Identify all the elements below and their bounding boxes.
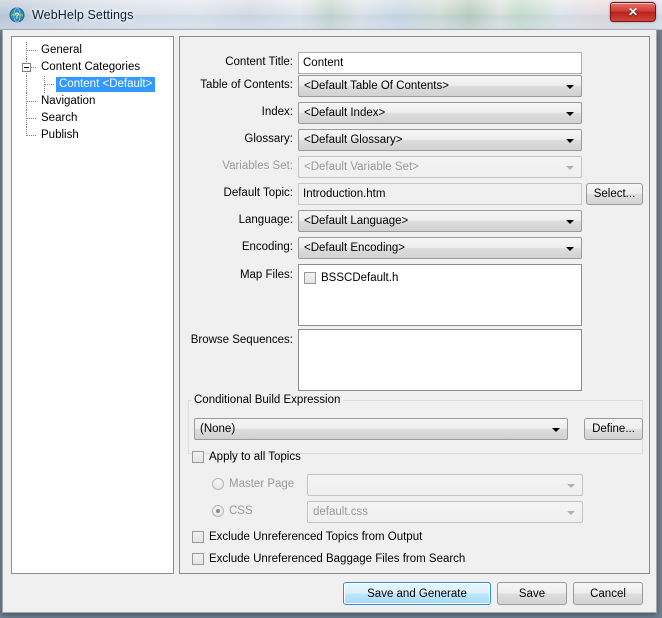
- conditional-build-title: Conditional Build Expression: [191, 394, 344, 406]
- exclude-topics-checkbox-row[interactable]: Exclude Unreferenced Topics from Output: [192, 531, 422, 543]
- encoding-value: <Default Encoding>: [304, 242, 406, 254]
- exclude-baggage-label: Exclude Unreferenced Baggage Files from …: [209, 553, 466, 565]
- css-radio-row[interactable]: CSS: [212, 505, 253, 517]
- tree-item-label: Search: [41, 112, 78, 124]
- tree-item-publish[interactable]: Publish: [12, 127, 173, 144]
- default-topic-label: Default Topic:: [223, 187, 293, 199]
- master-page-radio[interactable]: [212, 478, 224, 490]
- chevron-down-icon: [566, 112, 574, 116]
- apply-to-all-topics-checkbox[interactable]: [192, 451, 204, 463]
- default-topic-input[interactable]: Introduction.htm: [298, 183, 582, 205]
- tree-item-general[interactable]: General: [12, 42, 173, 59]
- chevron-down-icon: [566, 247, 574, 251]
- content-title-input[interactable]: Content: [298, 52, 582, 74]
- save-button[interactable]: Save: [497, 582, 567, 605]
- tree-item-content-default[interactable]: Content <Default>: [12, 76, 173, 93]
- cancel-button[interactable]: Cancel: [573, 582, 643, 605]
- map-file-checkbox[interactable]: [304, 271, 316, 284]
- apply-to-all-topics-label: Apply to all Topics: [209, 451, 301, 463]
- apply-to-all-topics-checkbox-row[interactable]: Apply to all Topics: [192, 451, 301, 463]
- css-dropdown[interactable]: default.css: [307, 501, 583, 523]
- tree-item-label: General: [41, 44, 82, 56]
- save-and-generate-button[interactable]: Save and Generate: [343, 582, 491, 605]
- exclude-topics-checkbox[interactable]: [192, 531, 204, 543]
- language-value: <Default Language>: [304, 215, 409, 227]
- chevron-down-icon: [567, 511, 575, 515]
- index-label: Index:: [261, 106, 293, 118]
- variables-set-label: Variables Set:: [222, 160, 293, 172]
- language-dropdown[interactable]: <Default Language>: [298, 210, 582, 232]
- tree-item-search[interactable]: Search: [12, 110, 173, 127]
- variables-set-dropdown[interactable]: <Default Variable Set>: [298, 156, 582, 178]
- dialog-client-area: General Content Categories Content <Defa…: [2, 30, 657, 613]
- glossary-label: Glossary:: [244, 133, 293, 145]
- tree-item-label: Navigation: [41, 95, 96, 107]
- chevron-down-icon: [552, 428, 560, 432]
- expander-collapse-icon[interactable]: [22, 63, 31, 72]
- css-value: default.css: [313, 506, 368, 518]
- tree-item-label: Content Categories: [41, 61, 141, 73]
- exclude-baggage-checkbox[interactable]: [192, 553, 204, 565]
- webhelp-settings-dialog: ? WebHelp Settings ✕ General Content Cat…: [0, 0, 662, 618]
- table-of-contents-label: Table of Contents:: [200, 79, 293, 91]
- map-files-list-item[interactable]: BSSCDefault.h: [299, 269, 581, 286]
- glossary-dropdown[interactable]: <Default Glossary>: [298, 129, 582, 151]
- conditional-build-dropdown[interactable]: (None): [194, 418, 568, 440]
- close-button[interactable]: ✕: [610, 2, 656, 22]
- exclude-topics-label: Exclude Unreferenced Topics from Output: [209, 531, 423, 543]
- css-radio[interactable]: [212, 505, 224, 517]
- conditional-build-value: (None): [200, 423, 236, 435]
- exclude-baggage-checkbox-row[interactable]: Exclude Unreferenced Baggage Files from …: [192, 553, 465, 565]
- tree-item-navigation[interactable]: Navigation: [12, 93, 173, 110]
- master-page-dropdown[interactable]: [307, 474, 583, 496]
- chevron-down-icon: [566, 85, 574, 89]
- index-value: <Default Index>: [304, 107, 386, 119]
- master-page-label: Master Page: [229, 478, 295, 490]
- globe-help-icon: ?: [9, 7, 25, 23]
- tree-item-label: Content <Default>: [56, 77, 156, 92]
- table-of-contents-dropdown[interactable]: <Default Table Of Contents>: [298, 75, 582, 97]
- encoding-dropdown[interactable]: <Default Encoding>: [298, 237, 582, 259]
- svg-text:?: ?: [15, 11, 20, 20]
- title-bar: ? WebHelp Settings ✕: [0, 0, 662, 30]
- settings-tree[interactable]: General Content Categories Content <Defa…: [11, 36, 174, 574]
- chevron-down-icon: [566, 139, 574, 143]
- content-settings-panel: Content Title: Content Table of Contents…: [179, 36, 650, 574]
- tree-item-label: Publish: [41, 129, 79, 141]
- close-icon: ✕: [627, 5, 639, 19]
- master-page-radio-row[interactable]: Master Page: [212, 478, 294, 490]
- map-files-label: Map Files:: [239, 269, 293, 281]
- chevron-down-icon: [567, 484, 575, 488]
- select-topic-button[interactable]: Select...: [586, 183, 643, 205]
- define-button[interactable]: Define...: [584, 418, 643, 440]
- browse-sequences-label: Browse Sequences:: [190, 334, 293, 346]
- map-files-listbox[interactable]: BSSCDefault.h: [298, 264, 582, 326]
- encoding-label: Encoding:: [241, 241, 293, 253]
- content-title-label: Content Title:: [225, 56, 293, 68]
- chevron-down-icon: [566, 220, 574, 224]
- variables-set-value: <Default Variable Set>: [304, 161, 419, 173]
- table-of-contents-value: <Default Table Of Contents>: [304, 80, 449, 92]
- map-file-label: BSSCDefault.h: [321, 271, 399, 284]
- window-title: WebHelp Settings: [32, 7, 134, 22]
- css-label: CSS: [229, 505, 253, 517]
- tree-item-content-categories[interactable]: Content Categories: [12, 59, 173, 76]
- chevron-down-icon: [566, 166, 574, 170]
- index-dropdown[interactable]: <Default Index>: [298, 102, 582, 124]
- glossary-value: <Default Glossary>: [304, 134, 403, 146]
- language-label: Language:: [238, 214, 293, 226]
- browse-sequences-listbox[interactable]: [298, 329, 582, 391]
